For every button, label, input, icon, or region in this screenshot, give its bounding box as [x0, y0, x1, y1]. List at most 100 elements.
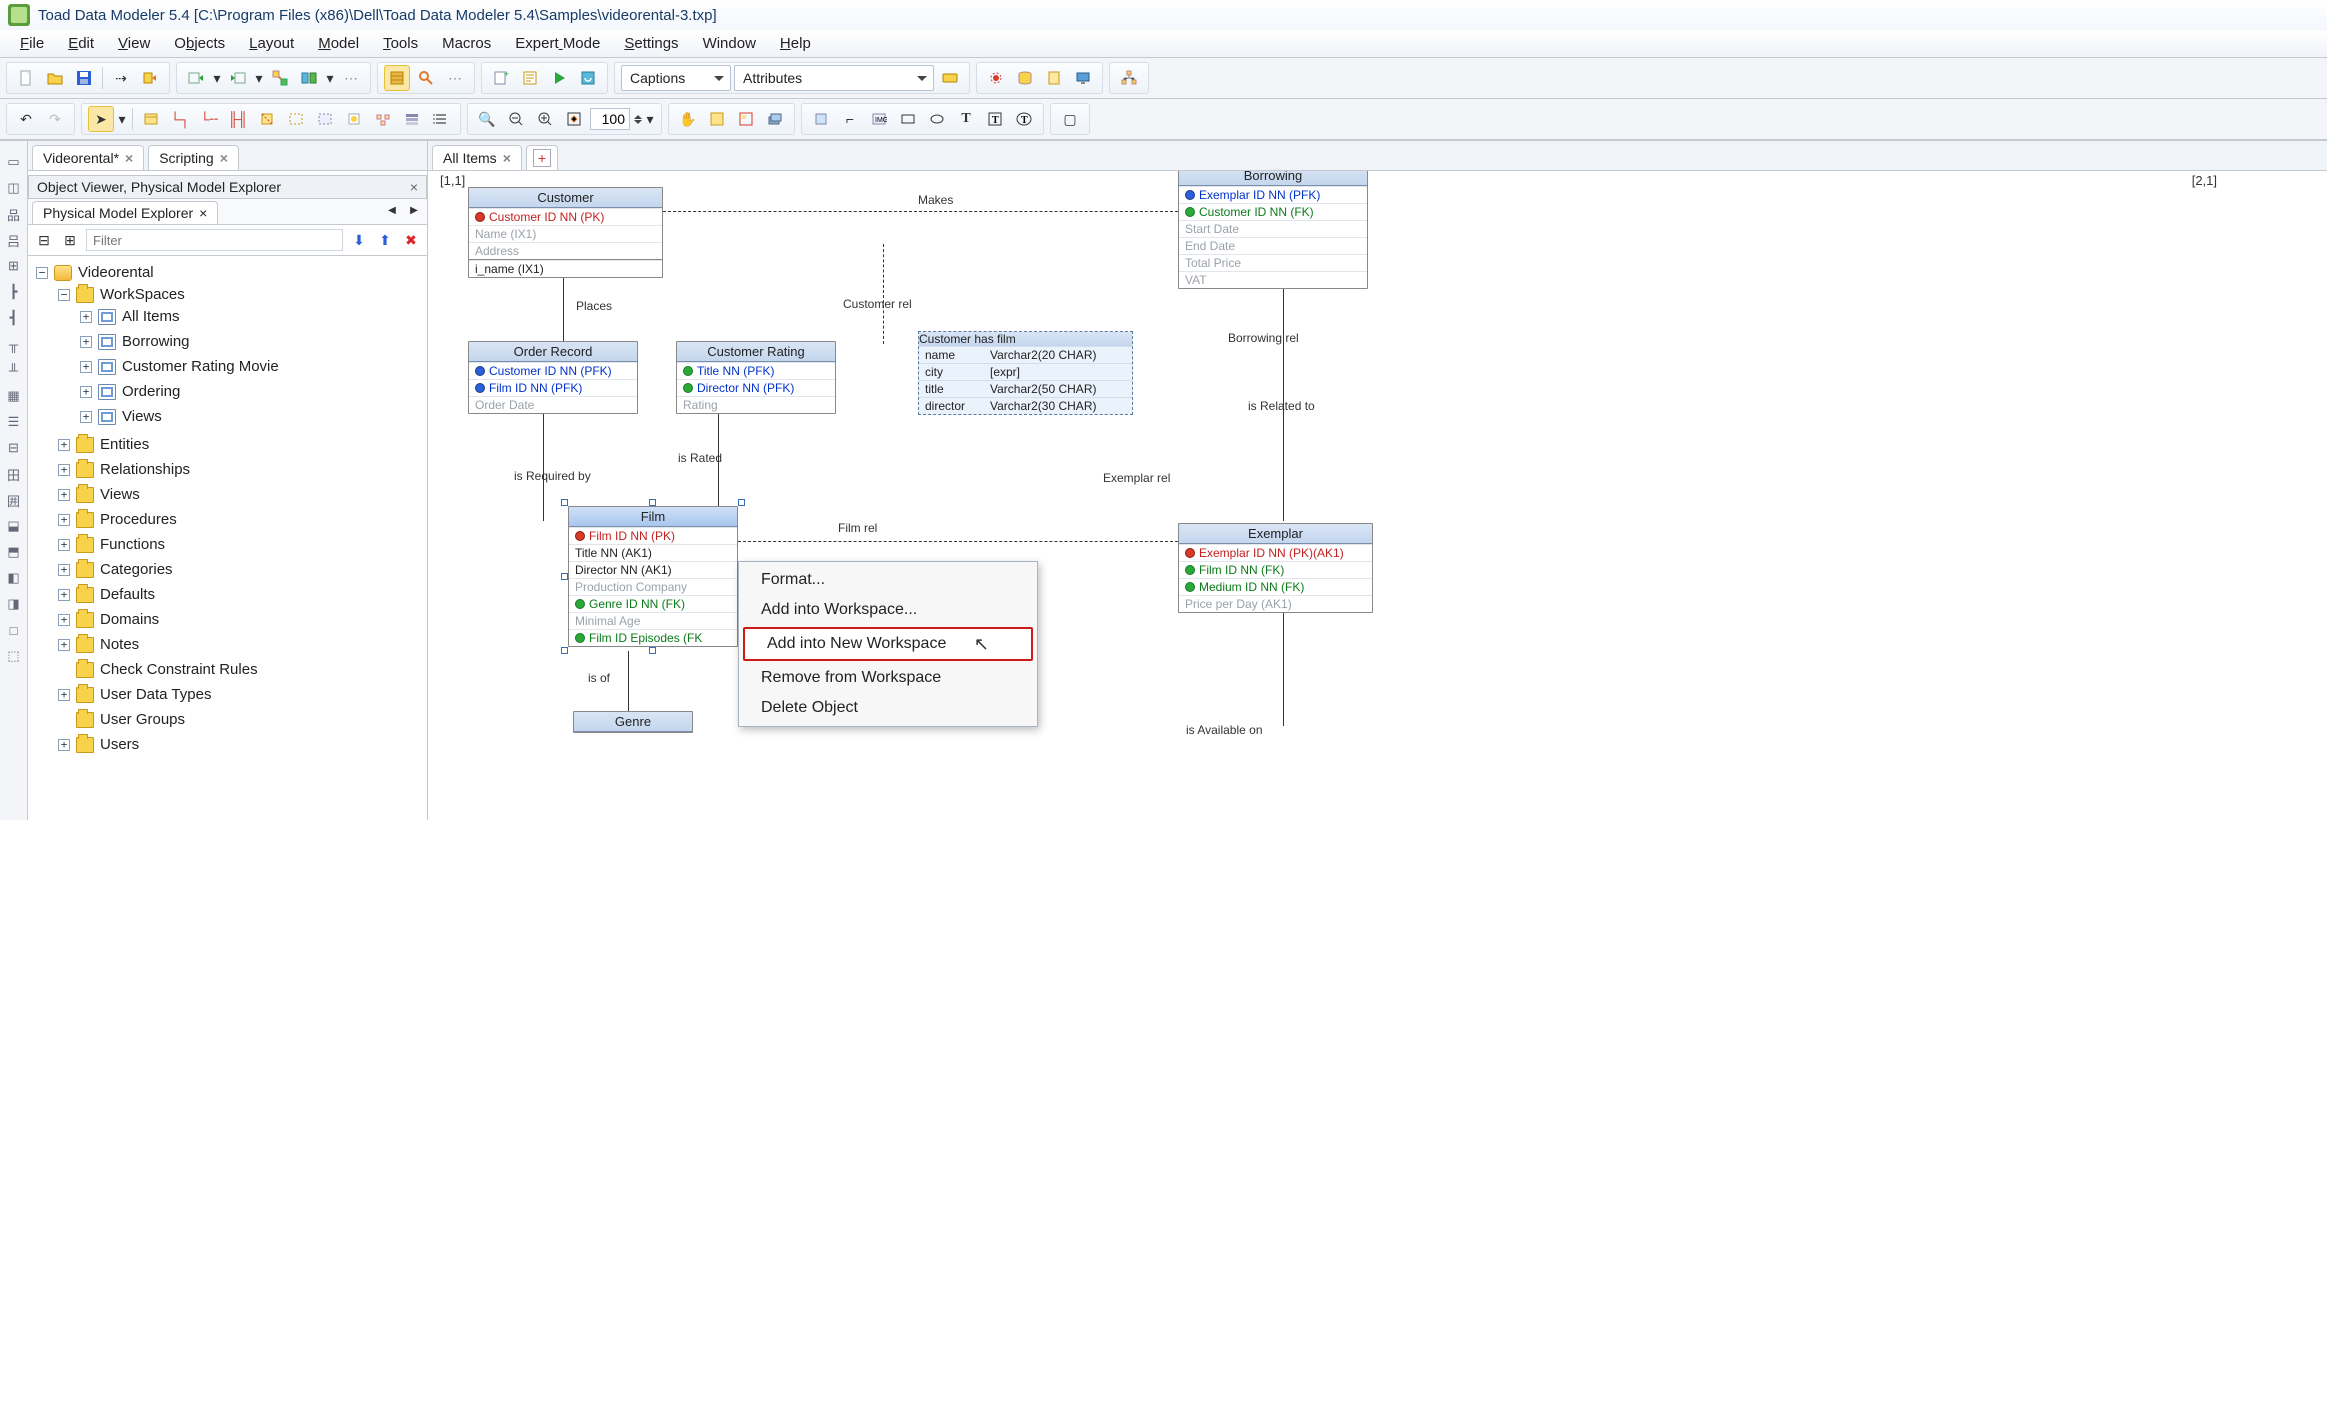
sync-out-icon[interactable]	[225, 65, 251, 91]
strip-btn[interactable]: 囲	[3, 489, 25, 511]
strip-btn[interactable]: ⬒	[3, 541, 25, 563]
nav-right-icon[interactable]: ▶	[405, 201, 423, 219]
pointer-icon[interactable]: ➤	[88, 106, 114, 132]
workspace-icon[interactable]	[733, 106, 759, 132]
tree-folder-entities[interactable]: +Entities	[56, 435, 425, 454]
toggle-icon[interactable]: +	[80, 311, 92, 323]
eyedropper-icon[interactable]	[399, 106, 425, 132]
entity-genre[interactable]: Genre	[573, 711, 693, 733]
window-icon[interactable]: ▢	[1057, 106, 1083, 132]
toggle-icon[interactable]: +	[58, 439, 70, 451]
undo-icon[interactable]: ↶	[13, 106, 39, 132]
reverse-eng-icon[interactable]	[137, 65, 163, 91]
strip-btn[interactable]: ⊞	[3, 255, 25, 277]
clear-icon[interactable]: ✖	[401, 230, 421, 250]
tree-folder-notes[interactable]: +Notes	[56, 635, 425, 654]
ctx-remove-from-workspace[interactable]: Remove from Workspace	[739, 663, 1037, 693]
ctx-delete-object[interactable]: Delete Object	[739, 693, 1037, 723]
view-customer-has-film[interactable]: Customer has film nameVarchar2(20 CHAR)c…	[918, 331, 1133, 415]
entity-order-record[interactable]: Order Record Customer ID NN (PFK) Film I…	[468, 341, 638, 414]
zoom-icon[interactable]: 🔍	[474, 106, 500, 132]
tree-folder-users[interactable]: +Users	[56, 735, 425, 754]
diagram-canvas[interactable]: [1,1] [2,1] Places Makes Customer rel is…	[428, 171, 2327, 820]
toggle-icon[interactable]: +	[80, 386, 92, 398]
menu-objects[interactable]: Objects	[164, 33, 235, 54]
zoom-spinner[interactable]	[590, 108, 642, 130]
rel-nonid-icon[interactable]: └╌	[196, 106, 222, 132]
entity-film[interactable]: Film Film ID NN (PK) Title NN (AK1) Dire…	[568, 506, 738, 647]
subtab-pme[interactable]: Physical Model Explorer ×	[32, 201, 218, 224]
tree-folder-user-data-types[interactable]: +User Data Types	[56, 685, 425, 704]
toggle-icon[interactable]: +	[58, 489, 70, 501]
doc-tab-scripting[interactable]: Scripting ×	[148, 145, 239, 170]
toggle-icon[interactable]: +	[58, 539, 70, 551]
menu-model[interactable]: Model	[308, 33, 369, 54]
menu-file[interactable]: File	[10, 33, 54, 54]
strip-btn[interactable]: ⊟	[3, 437, 25, 459]
ws-tab-all-items[interactable]: All Items ×	[432, 145, 522, 170]
sync-in-icon[interactable]	[183, 65, 209, 91]
grid-icon[interactable]	[384, 65, 410, 91]
menu-help[interactable]: Help	[770, 33, 821, 54]
tree-folder-user-groups[interactable]: User Groups	[56, 710, 425, 729]
report-icon[interactable]	[1041, 65, 1067, 91]
compare-icon[interactable]	[296, 65, 322, 91]
attributes-dropdown[interactable]: Attributes	[734, 65, 934, 91]
strip-btn[interactable]: ╨	[3, 359, 25, 381]
layers-icon[interactable]	[762, 106, 788, 132]
text-icon[interactable]: T	[953, 106, 979, 132]
tree-folder-domains[interactable]: +Domains	[56, 610, 425, 629]
tree-view[interactable]: −Videorental −WorkSpaces +All Items+Borr…	[28, 256, 427, 820]
tree-ws-ordering[interactable]: +Ordering	[78, 382, 425, 401]
toggle-icon[interactable]: +	[58, 639, 70, 651]
tree-folder-procedures[interactable]: +Procedures	[56, 510, 425, 529]
tree-folder-defaults[interactable]: +Defaults	[56, 585, 425, 604]
tree-ws-all-items[interactable]: +All Items	[78, 307, 425, 326]
rel-mn-icon[interactable]: ╟╢	[225, 106, 251, 132]
doc-tab-videorental[interactable]: Videorental* ×	[32, 145, 144, 170]
toggle-icon[interactable]: +	[58, 614, 70, 626]
strip-btn[interactable]: ▦	[3, 385, 25, 407]
strip-btn[interactable]: 品	[3, 203, 25, 225]
boxed-t-icon[interactable]: T	[982, 106, 1008, 132]
toggle-icon[interactable]: +	[58, 589, 70, 601]
keyboard-icon[interactable]	[937, 65, 963, 91]
menu-layout[interactable]: Layout	[239, 33, 304, 54]
dropdown-arrow-icon[interactable]: ▾	[212, 65, 222, 91]
menu-expert-mode[interactable]: Expert Mode	[505, 33, 610, 54]
nav-left-icon[interactable]: ◀	[383, 201, 401, 219]
strip-btn[interactable]: ⬓	[3, 515, 25, 537]
close-icon[interactable]: ×	[503, 150, 511, 166]
ctx-add-into-workspace[interactable]: Add into Workspace...	[739, 595, 1037, 625]
overflow-icon[interactable]: ⋯	[338, 65, 364, 91]
arrow-up-icon[interactable]: ⬆	[375, 230, 395, 250]
zoom-in-icon[interactable]	[532, 106, 558, 132]
close-icon[interactable]: ×	[199, 205, 207, 221]
strip-btn[interactable]: ╥	[3, 333, 25, 355]
tree-folder-relationships[interactable]: +Relationships	[56, 460, 425, 479]
rel-identifying-icon[interactable]: └┐	[167, 106, 193, 132]
menu-view[interactable]: View	[108, 33, 160, 54]
gear-icon[interactable]	[983, 65, 1009, 91]
toggle-icon[interactable]: +	[58, 689, 70, 701]
menu-settings[interactable]: Settings	[614, 33, 688, 54]
tree-workspaces[interactable]: −WorkSpaces	[56, 285, 425, 304]
ctx-format[interactable]: Format...	[739, 565, 1037, 595]
toggle-icon[interactable]: +	[58, 739, 70, 751]
dropdown-arrow-icon[interactable]: ▾	[254, 65, 264, 91]
strip-btn[interactable]: 吕	[3, 229, 25, 251]
note-icon[interactable]	[341, 106, 367, 132]
circled-t-icon[interactable]: T	[1011, 106, 1037, 132]
expand-icon[interactable]: ⊞	[60, 230, 80, 250]
open-icon[interactable]	[42, 65, 68, 91]
strip-btn[interactable]: ▭	[3, 151, 25, 173]
toggle-icon[interactable]: +	[80, 361, 92, 373]
connect-icon[interactable]: ⇢	[108, 65, 134, 91]
stamp-icon[interactable]	[808, 106, 834, 132]
refresh-icon[interactable]	[575, 65, 601, 91]
close-icon[interactable]: ×	[220, 150, 228, 166]
entity-tool-icon[interactable]	[138, 106, 164, 132]
dropdown-arrow-icon[interactable]: ▾	[117, 106, 127, 132]
merge-icon[interactable]	[267, 65, 293, 91]
image-icon[interactable]: IMG	[866, 106, 892, 132]
